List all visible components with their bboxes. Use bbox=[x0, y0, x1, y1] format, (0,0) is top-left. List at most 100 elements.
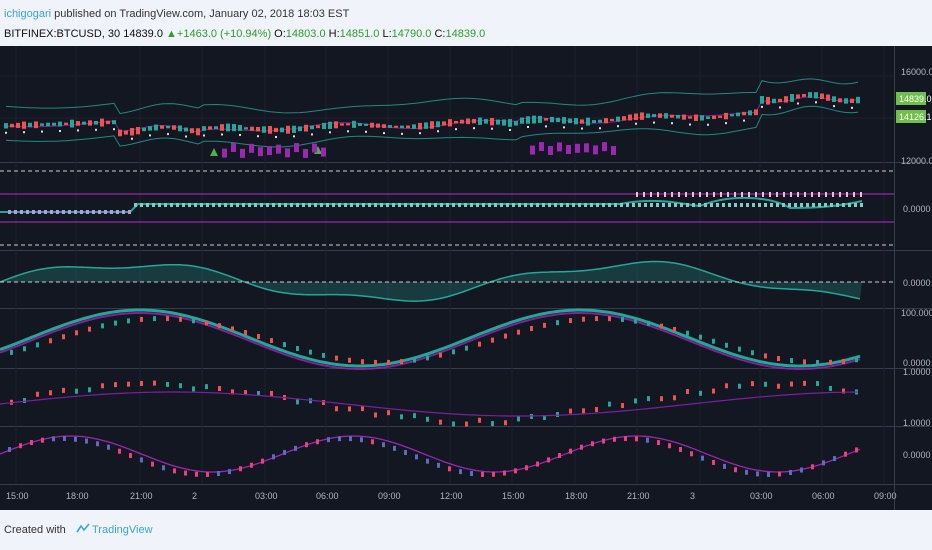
pane5-candle bbox=[101, 383, 104, 389]
pane6-candle bbox=[778, 471, 781, 477]
candle bbox=[28, 122, 32, 128]
candle bbox=[592, 120, 596, 123]
pane6-candle bbox=[272, 454, 275, 460]
signal-bar bbox=[566, 144, 571, 154]
dot-marker bbox=[365, 130, 367, 133]
candle bbox=[112, 120, 116, 125]
pane4-candle bbox=[231, 326, 234, 332]
dot-marker bbox=[131, 137, 133, 140]
pane5-candle bbox=[140, 380, 143, 386]
signal-bar bbox=[557, 142, 562, 152]
dot-marker bbox=[761, 105, 763, 108]
candle bbox=[526, 116, 530, 124]
pane2-marker bbox=[242, 203, 245, 207]
candle bbox=[586, 117, 590, 126]
pane6-candle bbox=[404, 449, 407, 455]
pane6-candle bbox=[811, 464, 814, 470]
pane2-marker bbox=[842, 203, 845, 207]
tradingview-logo-icon[interactable] bbox=[76, 523, 90, 535]
pane2-marker bbox=[428, 203, 431, 207]
pane2-marker bbox=[584, 203, 587, 207]
dot-marker bbox=[257, 135, 259, 138]
signal-bar bbox=[539, 142, 544, 152]
pane2-marker bbox=[830, 203, 833, 207]
pane6-candle bbox=[360, 437, 363, 443]
pane2-tick bbox=[860, 192, 862, 197]
pane5-candle bbox=[686, 388, 689, 394]
pane2-marker bbox=[284, 203, 287, 207]
published-text: published on TradingView.com, January 02… bbox=[51, 8, 350, 20]
pane5-candle bbox=[478, 417, 481, 423]
author-link[interactable]: ichigogari bbox=[4, 8, 51, 20]
pane2-marker bbox=[356, 203, 359, 207]
pane2-marker bbox=[662, 203, 665, 207]
candle bbox=[718, 115, 722, 118]
dot-marker bbox=[833, 105, 835, 108]
symbol-name[interactable]: BITFINEX:BTCUSD, 30 bbox=[4, 28, 120, 40]
pane2-marker bbox=[80, 210, 83, 214]
pane2-zero-label: 0.0000 bbox=[903, 204, 931, 214]
pane2-marker bbox=[236, 203, 239, 207]
pane5-candle bbox=[23, 397, 26, 403]
pane2-marker bbox=[104, 210, 107, 214]
pane2-marker bbox=[110, 210, 113, 214]
pane5-candle bbox=[582, 408, 585, 414]
candle bbox=[106, 120, 110, 125]
pane4-top-label: 100.0000 bbox=[901, 308, 932, 318]
publish-line: ichigogari published on TradingView.com,… bbox=[4, 8, 349, 20]
candle bbox=[40, 123, 44, 126]
pane6-candle bbox=[767, 471, 770, 477]
signal-bar bbox=[303, 148, 308, 158]
footer: Created with TradingView bbox=[0, 510, 932, 550]
chart-canvas[interactable]: 16000.0 12000.0 0.0000 0.0000 100.0000 0… bbox=[0, 46, 932, 510]
pane6-candle bbox=[228, 469, 231, 475]
pane2-marker bbox=[20, 210, 23, 214]
pane5-candle bbox=[179, 383, 182, 389]
candle bbox=[682, 114, 686, 120]
chart-area[interactable]: 16000.0 12000.0 0.0000 0.0000 100.0000 0… bbox=[0, 46, 932, 510]
candle bbox=[580, 119, 584, 124]
pane2-marker bbox=[770, 203, 773, 207]
pane4-candle bbox=[582, 316, 585, 322]
pane2-marker bbox=[338, 203, 341, 207]
pane2-marker bbox=[818, 203, 821, 207]
pane6-candle bbox=[305, 442, 308, 448]
pane4-candle bbox=[725, 342, 728, 348]
pane2-marker bbox=[278, 203, 281, 207]
pane2-marker bbox=[146, 203, 149, 207]
pane6-candle bbox=[371, 439, 374, 445]
pane2-marker bbox=[668, 203, 671, 207]
pane2-marker bbox=[614, 203, 617, 207]
pane5-candle bbox=[387, 410, 390, 416]
pane2-tick bbox=[783, 192, 785, 197]
signal-bar bbox=[312, 143, 317, 153]
time-label: 03:00 bbox=[750, 491, 773, 501]
pane6-candle bbox=[173, 468, 176, 474]
pane2-marker bbox=[176, 203, 179, 207]
pane6-candle bbox=[96, 441, 99, 447]
pane2-marker bbox=[314, 203, 317, 207]
pane6-candle bbox=[30, 440, 33, 446]
tradingview-brand-link[interactable]: TradingView bbox=[92, 524, 153, 536]
pane5-candle bbox=[712, 388, 715, 394]
time-label: 15:00 bbox=[502, 491, 525, 501]
pane2-marker bbox=[746, 203, 749, 207]
buy-arrow-icon bbox=[210, 148, 218, 156]
pane2-tick bbox=[790, 192, 792, 197]
candle bbox=[274, 127, 278, 133]
candle bbox=[124, 130, 128, 135]
pane2-marker bbox=[140, 203, 143, 207]
candle bbox=[634, 113, 638, 120]
pane4-candle bbox=[140, 316, 143, 322]
pane6-candle bbox=[855, 447, 858, 453]
dot-marker bbox=[599, 127, 601, 130]
candle bbox=[814, 92, 818, 99]
pane2-tick bbox=[643, 192, 645, 197]
time-label: 15:00 bbox=[6, 491, 29, 501]
pane4-candle bbox=[504, 333, 507, 339]
signal-bar bbox=[249, 143, 254, 153]
pane2-marker bbox=[8, 210, 11, 214]
pane2-tick bbox=[706, 192, 708, 197]
pane2-marker bbox=[458, 203, 461, 207]
candle bbox=[688, 116, 692, 119]
